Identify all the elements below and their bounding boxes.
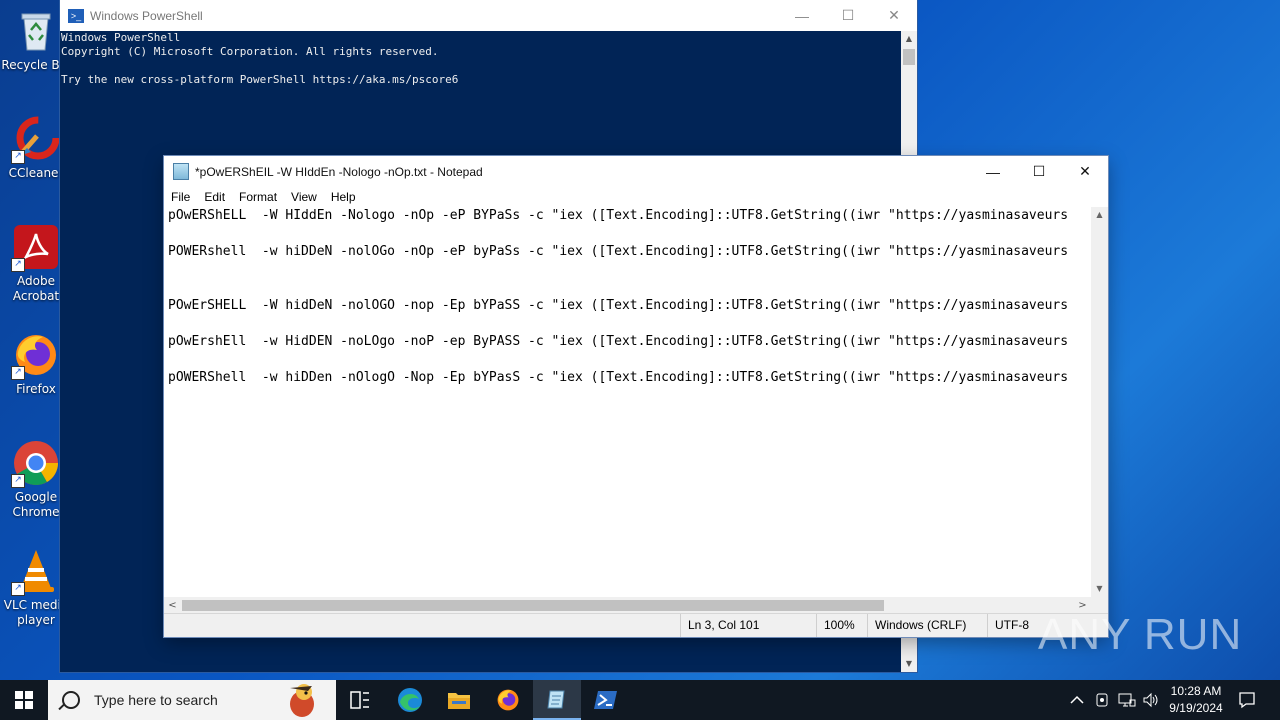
scrollbar-thumb[interactable] bbox=[903, 49, 915, 65]
scrollbar-thumb[interactable] bbox=[182, 600, 884, 611]
taskbar: Type here to search 10:28 AM 9/19/2024 bbox=[0, 680, 1280, 720]
shortcut-arrow-icon: ↗ bbox=[11, 150, 25, 164]
maximize-button[interactable]: ☐ bbox=[1016, 156, 1062, 187]
tray-device-icon[interactable] bbox=[1094, 680, 1110, 720]
minimize-button[interactable]: — bbox=[779, 0, 825, 31]
scroll-down-icon[interactable]: ▼ bbox=[901, 656, 917, 672]
powershell-icon bbox=[594, 691, 617, 709]
taskbar-edge[interactable] bbox=[386, 680, 434, 720]
shortcut-arrow-icon: ↗ bbox=[11, 258, 25, 272]
watermark-text: ANY RUN bbox=[1038, 610, 1243, 659]
tray-network-icon[interactable] bbox=[1118, 680, 1136, 720]
text-line: POwErSHELL -W hidDeN -nolOGO -nop -Ep bY… bbox=[168, 298, 1069, 313]
taskbar-clock[interactable]: 10:28 AM 9/19/2024 bbox=[1160, 680, 1232, 720]
taskbar-notepad[interactable] bbox=[533, 680, 581, 720]
powershell-icon: >_ bbox=[68, 8, 84, 23]
close-button[interactable]: ✕ bbox=[871, 0, 917, 31]
close-button[interactable]: ✕ bbox=[1062, 156, 1108, 187]
notification-center-button[interactable] bbox=[1238, 680, 1256, 720]
text-line: POWERshell -w hiDDeN -nolOGo -nOp -eP by… bbox=[168, 244, 1069, 259]
scroll-down-icon[interactable]: ▼ bbox=[1091, 581, 1108, 597]
taskbar-task-view[interactable] bbox=[336, 680, 384, 720]
anyrun-watermark: ANY RUN bbox=[1038, 610, 1242, 660]
text-line: pOWERShell -w hiDDen -nOlogO -Nop -Ep bY… bbox=[168, 370, 1069, 385]
show-hidden-icons-button[interactable] bbox=[1070, 680, 1084, 720]
file-explorer-icon bbox=[448, 693, 470, 709]
powershell-titlebar[interactable]: >_ Windows PowerShell — ☐ ✕ bbox=[60, 0, 917, 31]
adobe-acrobat-icon: ↗ bbox=[11, 224, 59, 272]
notepad-titlebar[interactable]: *pOwERShEIL -W HIddEn -Nologo -nOp.txt -… bbox=[164, 156, 1108, 187]
shortcut-arrow-icon: ↗ bbox=[11, 582, 25, 596]
scroll-left-icon[interactable]: < bbox=[164, 597, 181, 614]
menu-view[interactable]: View bbox=[284, 190, 324, 204]
usb-device-icon bbox=[1096, 693, 1108, 707]
notepad-text-area[interactable]: pOwERShELL -W HIddEn -Nologo -nOp -eP BY… bbox=[164, 207, 1091, 597]
clock-time: 10:28 AM bbox=[1170, 684, 1222, 698]
notepad-vertical-scrollbar[interactable]: ▲ ▼ bbox=[1091, 207, 1108, 597]
edge-icon bbox=[398, 688, 422, 712]
notepad-window[interactable]: *pOwERShEIL -W HIddEn -Nologo -nOp.txt -… bbox=[164, 156, 1108, 637]
ccleaner-icon: ↗ bbox=[11, 116, 60, 164]
search-placeholder: Type here to search bbox=[94, 692, 218, 708]
start-button[interactable] bbox=[0, 680, 48, 720]
maximize-button[interactable]: ☐ bbox=[825, 0, 871, 31]
menu-format[interactable]: Format bbox=[232, 190, 284, 204]
chrome-icon: ↗ bbox=[11, 440, 59, 488]
menu-help[interactable]: Help bbox=[324, 190, 363, 204]
text-line: pOwERShELL -W HIddEn -Nologo -nOp -eP BY… bbox=[168, 208, 1069, 223]
scroll-up-icon[interactable]: ▲ bbox=[1091, 207, 1108, 223]
clock-date: 9/19/2024 bbox=[1169, 701, 1223, 715]
notepad-menubar: File Edit Format View Help bbox=[164, 187, 1108, 207]
search-icon bbox=[62, 691, 80, 709]
network-icon bbox=[1118, 693, 1136, 707]
taskbar-file-explorer[interactable] bbox=[435, 680, 483, 720]
status-zoom: 100% bbox=[816, 614, 855, 637]
windows-logo-icon bbox=[15, 691, 33, 709]
menu-file[interactable]: File bbox=[164, 190, 197, 204]
scroll-up-icon[interactable]: ▲ bbox=[901, 31, 917, 47]
taskbar-firefox[interactable] bbox=[484, 680, 532, 720]
notepad-icon bbox=[173, 163, 189, 180]
task-view-icon bbox=[350, 691, 369, 709]
menu-edit[interactable]: Edit bbox=[197, 190, 232, 204]
search-highlight-icon bbox=[290, 684, 314, 717]
vlc-icon: ↗ bbox=[11, 548, 59, 596]
volume-icon bbox=[1143, 692, 1158, 708]
status-line-ending: Windows (CRLF) bbox=[867, 614, 966, 637]
shortcut-arrow-icon: ↗ bbox=[11, 366, 25, 380]
status-cursor-position: Ln 3, Col 101 bbox=[680, 614, 759, 637]
notepad-title: *pOwERShEIL -W HIddEn -Nologo -nOp.txt -… bbox=[195, 164, 483, 179]
status-encoding: UTF-8 bbox=[987, 614, 1029, 637]
notepad-horizontal-scrollbar[interactable]: < > bbox=[164, 597, 1091, 614]
recycle-bin-icon bbox=[13, 8, 59, 54]
taskbar-search-box[interactable]: Type here to search bbox=[48, 680, 336, 720]
text-line: pOwErshEll -w HidDEN -noLOgo -noP -ep By… bbox=[168, 334, 1069, 349]
tray-volume-icon[interactable] bbox=[1142, 680, 1160, 720]
notepad-statusbar: Ln 3, Col 101 100% Windows (CRLF) UTF-8 bbox=[164, 613, 1108, 637]
taskbar-powershell[interactable] bbox=[582, 680, 630, 720]
powershell-title: Windows PowerShell bbox=[90, 8, 203, 23]
notepad-icon bbox=[547, 690, 565, 709]
minimize-button[interactable]: — bbox=[970, 156, 1016, 187]
firefox-icon bbox=[497, 689, 519, 711]
firefox-icon: ↗ bbox=[11, 332, 59, 380]
shortcut-arrow-icon: ↗ bbox=[11, 474, 25, 488]
notification-icon bbox=[1239, 692, 1255, 709]
chevron-up-icon bbox=[1070, 695, 1084, 704]
